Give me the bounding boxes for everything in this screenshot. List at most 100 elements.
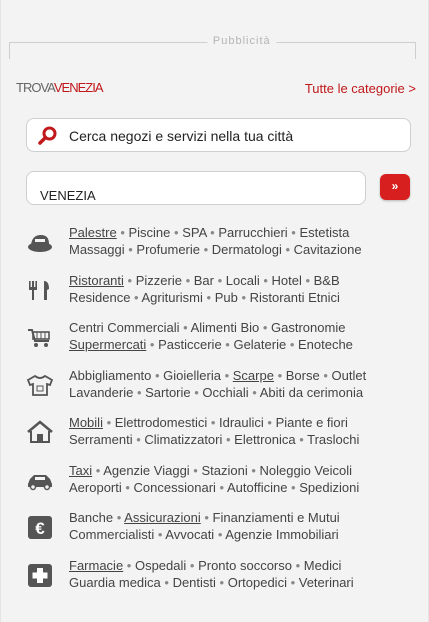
separator: • — [190, 384, 203, 400]
category-link[interactable]: Dermatologi — [212, 242, 282, 257]
city-input[interactable]: VENEZIA — [26, 171, 366, 205]
category-row: Ristoranti • Pizzerie • Bar • Locali • H… — [26, 272, 421, 320]
category-link[interactable]: Ortopedici — [228, 575, 287, 590]
category-link[interactable]: Traslochi — [307, 432, 359, 447]
tshirt-icon[interactable] — [26, 373, 54, 397]
category-link[interactable]: Ospedali — [135, 558, 186, 573]
category-link[interactable]: Noleggio Veicoli — [260, 463, 353, 478]
category-link[interactable]: Farmacie — [69, 558, 123, 573]
category-link[interactable]: Agenzie Immobiliari — [225, 527, 338, 542]
category-row: Farmacie • Ospedali • Pronto soccorso • … — [26, 557, 421, 605]
separator: • — [319, 367, 332, 383]
category-row: Mobili • Elettrodomestici • Idraulici • … — [26, 414, 421, 462]
go-button[interactable]: » — [380, 174, 410, 200]
category-link[interactable]: Gastronomie — [271, 320, 345, 335]
category-link[interactable]: Assicurazioni — [124, 510, 201, 525]
category-link[interactable]: Residence — [69, 290, 130, 305]
category-link[interactable]: Abiti da cerimonia — [260, 385, 363, 400]
category-line: Residence • Agriturismi • Pub • Ristoran… — [69, 289, 340, 306]
category-link[interactable]: Sartorie — [145, 385, 191, 400]
separator: • — [213, 272, 226, 288]
category-link[interactable]: Bar — [194, 273, 214, 288]
all-categories-link[interactable]: Tutte le categorie > — [305, 81, 416, 96]
category-link[interactable]: Veterinari — [299, 575, 354, 590]
category-link[interactable]: Serramenti — [69, 432, 133, 447]
category-link[interactable]: Piscine — [128, 225, 170, 240]
separator: • — [301, 272, 314, 288]
category-link[interactable]: Banche — [69, 510, 113, 525]
category-link[interactable]: Gelaterie — [233, 337, 286, 352]
category-link[interactable]: Gioielleria — [163, 368, 221, 383]
category-link[interactable]: B&B — [314, 273, 340, 288]
category-link[interactable]: Guardia medica — [69, 575, 161, 590]
category-link[interactable]: Commercialisti — [69, 527, 154, 542]
category-link[interactable]: Enoteche — [298, 337, 353, 352]
category-link[interactable]: Taxi — [69, 463, 92, 478]
category-link[interactable]: Avvocati — [165, 527, 214, 542]
sport-cap-icon[interactable] — [26, 230, 54, 254]
category-link[interactable]: Concessionari — [134, 480, 216, 495]
separator: • — [179, 320, 191, 335]
category-row: Abbigliamento • Gioielleria • Scarpe • B… — [26, 367, 421, 415]
category-link[interactable]: Centri Commerciali — [69, 320, 180, 335]
category-link[interactable]: Spedizioni — [299, 480, 359, 495]
separator: • — [248, 384, 260, 400]
category-link[interactable]: Dentisti — [173, 575, 216, 590]
category-link[interactable]: Parrucchieri — [218, 225, 287, 240]
brand-logo[interactable]: TROVAVENEZIA — [16, 80, 104, 95]
category-link[interactable]: Finanziamenti e Mutui — [213, 510, 340, 525]
car-icon[interactable] — [26, 468, 54, 492]
category-link[interactable]: Hotel — [272, 273, 302, 288]
shopping-cart-icon[interactable] — [26, 325, 54, 349]
medical-cross-icon[interactable] — [26, 563, 54, 587]
ad-label: Pubblicità — [206, 35, 277, 47]
svg-text:€: € — [35, 519, 45, 538]
category-link[interactable]: Estetista — [299, 225, 349, 240]
category-links: Abbigliamento • Gioielleria • Scarpe • B… — [69, 367, 366, 401]
category-link[interactable]: Idraulici — [219, 415, 264, 430]
category-link[interactable]: Agenzie Viaggi — [103, 463, 190, 478]
category-link[interactable]: Locali — [226, 273, 260, 288]
category-line: Mobili • Elettrodomestici • Idraulici • … — [69, 414, 359, 431]
category-link[interactable]: Aeroporti — [69, 480, 122, 495]
category-link[interactable]: Elettrodomestici — [115, 415, 207, 430]
category-link[interactable]: Massaggi — [69, 242, 125, 257]
category-link[interactable]: Palestre — [69, 225, 117, 240]
category-link[interactable]: Borse — [286, 368, 320, 383]
category-link[interactable]: Piante e fiori — [276, 415, 348, 430]
category-link[interactable]: Medici — [304, 558, 342, 573]
search-input[interactable]: Cerca negozi e servizi nella tua città — [26, 118, 411, 152]
category-link[interactable]: Mobili — [69, 415, 103, 430]
category-link[interactable]: Ristoranti Etnici — [250, 290, 340, 305]
category-row: € Banche • Assicurazioni • Finanziamenti … — [26, 509, 421, 557]
category-link[interactable]: Alimenti Bio — [191, 320, 260, 335]
category-link[interactable]: Pronto soccorso — [198, 558, 292, 573]
fork-knife-icon[interactable] — [26, 278, 54, 302]
separator: • — [160, 574, 173, 590]
category-link[interactable]: Pizzerie — [136, 273, 182, 288]
category-link[interactable]: SPA — [182, 225, 206, 240]
separator: • — [222, 432, 235, 447]
category-link[interactable]: Outlet — [332, 368, 367, 383]
category-link[interactable]: Occhiali — [202, 385, 248, 400]
category-link[interactable]: Abbigliamento — [69, 368, 151, 383]
brand-city: VENEZIA — [53, 80, 104, 95]
category-link[interactable]: Supermercati — [69, 337, 146, 352]
category-link[interactable]: Agriturismi — [142, 290, 203, 305]
separator: • — [220, 367, 233, 383]
category-link[interactable]: Lavanderie — [69, 385, 133, 400]
category-link[interactable]: Ristoranti — [69, 273, 124, 288]
separator: • — [263, 415, 276, 430]
category-link[interactable]: Pasticcerie — [158, 337, 222, 352]
category-list: Palestre • Piscine • SPA • Parrucchieri … — [26, 224, 421, 604]
category-link[interactable]: Elettronica — [234, 432, 295, 447]
category-link[interactable]: Pub — [215, 290, 238, 305]
house-icon[interactable] — [26, 420, 54, 444]
category-link[interactable]: Autofficine — [227, 480, 287, 495]
category-link[interactable]: Scarpe — [233, 368, 274, 383]
category-link[interactable]: Profumerie — [136, 242, 200, 257]
category-link[interactable]: Climatizzatori — [144, 432, 222, 447]
category-link[interactable]: Cavitazione — [294, 242, 362, 257]
category-link[interactable]: Stazioni — [201, 463, 247, 478]
euro-icon[interactable]: € — [26, 515, 54, 539]
